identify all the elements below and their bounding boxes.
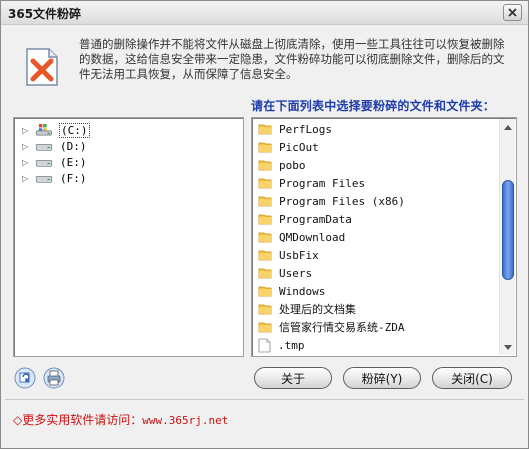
file-name: Program Files <box>279 176 366 190</box>
description-text: 普通的删除操作并不能将文件从磁盘上彻底清除，使用一些工具往往可以恢复被删除的数据… <box>79 37 505 81</box>
file-icon <box>258 338 271 352</box>
footer-prefix: ◇更多实用软件请访问： <box>13 413 143 427</box>
folder-icon <box>258 250 272 261</box>
window-title: 365文件粉碎 <box>8 7 82 21</box>
hard-drive-icon <box>35 159 53 167</box>
expand-icon[interactable]: ▷ <box>22 126 32 135</box>
drive-item-f[interactable]: ▷ (F:) <box>22 170 87 186</box>
system-drive-icon <box>35 124 53 136</box>
file-name: Users <box>279 266 313 280</box>
list-item[interactable]: pobo <box>258 156 306 174</box>
file-name: PerfLogs <box>279 122 332 136</box>
file-name: .tmp <box>278 338 305 352</box>
list-item[interactable]: 处理后的文档集 <box>258 300 356 318</box>
scroll-down-button[interactable] <box>500 339 516 355</box>
shredder-window: 365文件粉碎 普通的删除操作并不能将文件从磁盘上彻底清除，使用一些工具往往可以… <box>0 0 529 449</box>
folder-icon <box>258 286 272 297</box>
close-icon <box>508 8 517 17</box>
refresh-button[interactable] <box>14 367 36 389</box>
drive-item-e[interactable]: ▷ (E:) <box>22 154 87 170</box>
list-item[interactable]: 信管家行情交易系统-ZDA <box>258 318 405 336</box>
folder-icon <box>258 268 272 279</box>
list-item[interactable]: UsbFix <box>258 246 319 264</box>
drive-item-d[interactable]: ▷ (D:) <box>22 138 87 154</box>
folder-icon <box>258 124 272 135</box>
shred-button[interactable]: 粉碎(Y) <box>343 367 421 389</box>
file-name: PicOut <box>279 140 319 154</box>
drive-label-c: (C:) <box>59 122 90 138</box>
file-name: ProgramData <box>279 212 352 226</box>
website-link[interactable]: www.365rj.net <box>142 414 228 427</box>
hard-drive-icon <box>35 143 53 151</box>
drive-item-c[interactable]: ▷ (C:) <box>22 122 90 138</box>
folder-icon <box>258 304 272 315</box>
scroll-thumb[interactable] <box>502 180 514 280</box>
folder-icon <box>258 142 272 153</box>
list-item[interactable]: PicOut <box>258 138 319 156</box>
list-item[interactable]: Program Files <box>258 174 365 192</box>
list-item[interactable]: .tmp <box>258 336 305 354</box>
file-name: UsbFix <box>279 248 319 262</box>
expand-icon[interactable]: ▷ <box>22 142 32 151</box>
file-name: Windows <box>279 284 326 298</box>
print-button[interactable] <box>43 367 65 389</box>
footer-text: ◇更多实用软件请访问：www.365rj.net <box>13 411 228 428</box>
chevron-down-icon <box>504 344 512 350</box>
select-files-label: 请在下面列表中选择要粉碎的文件和文件夹： <box>251 99 496 113</box>
close-window-button[interactable] <box>503 4 522 21</box>
folder-icon <box>258 322 272 333</box>
drive-label-e: (E:) <box>60 155 87 169</box>
file-list-scrollbar[interactable] <box>499 119 515 355</box>
folder-icon <box>258 196 272 207</box>
drive-label-d: (D:) <box>60 139 87 153</box>
scroll-up-button[interactable] <box>500 119 516 135</box>
folder-icon <box>258 160 272 171</box>
file-name: 处理后的文档集 <box>279 303 356 316</box>
refresh-icon <box>14 367 36 389</box>
file-list[interactable]: PerfLogs PicOut pobo Program Files Progr… <box>251 117 517 357</box>
list-item[interactable]: QMDownload <box>258 228 345 246</box>
hard-drive-icon <box>35 175 53 183</box>
expand-icon[interactable]: ▷ <box>22 158 32 167</box>
folder-icon <box>258 178 272 189</box>
drive-label-f: (F:) <box>60 171 87 185</box>
list-item[interactable]: ProgramData <box>258 210 352 228</box>
folder-icon <box>258 232 272 243</box>
title-bar[interactable]: 365文件粉碎 <box>1 1 528 25</box>
drive-tree[interactable]: ▷ (C:) ▷ (D:) ▷ (E:) ▷ (F:) <box>13 117 244 357</box>
about-button[interactable]: 关于 <box>254 367 332 389</box>
shred-file-icon <box>26 48 58 86</box>
list-item[interactable]: Users <box>258 264 312 282</box>
file-name: QMDownload <box>279 230 346 244</box>
file-name: pobo <box>279 158 306 172</box>
footer: ◇更多实用软件请访问：www.365rj.net <box>5 399 524 435</box>
list-item[interactable]: Program Files (x86) <box>258 192 405 210</box>
list-item[interactable]: Windows <box>258 282 325 300</box>
file-name: Program Files (x86) <box>279 194 405 208</box>
list-item[interactable]: PerfLogs <box>258 120 332 138</box>
expand-icon[interactable]: ▷ <box>22 174 32 183</box>
file-name: 信管家行情交易系统-ZDA <box>279 321 405 334</box>
printer-icon <box>43 367 65 389</box>
folder-icon <box>258 214 272 225</box>
close-button[interactable]: 关闭(C) <box>432 367 512 389</box>
chevron-up-icon <box>504 124 512 130</box>
